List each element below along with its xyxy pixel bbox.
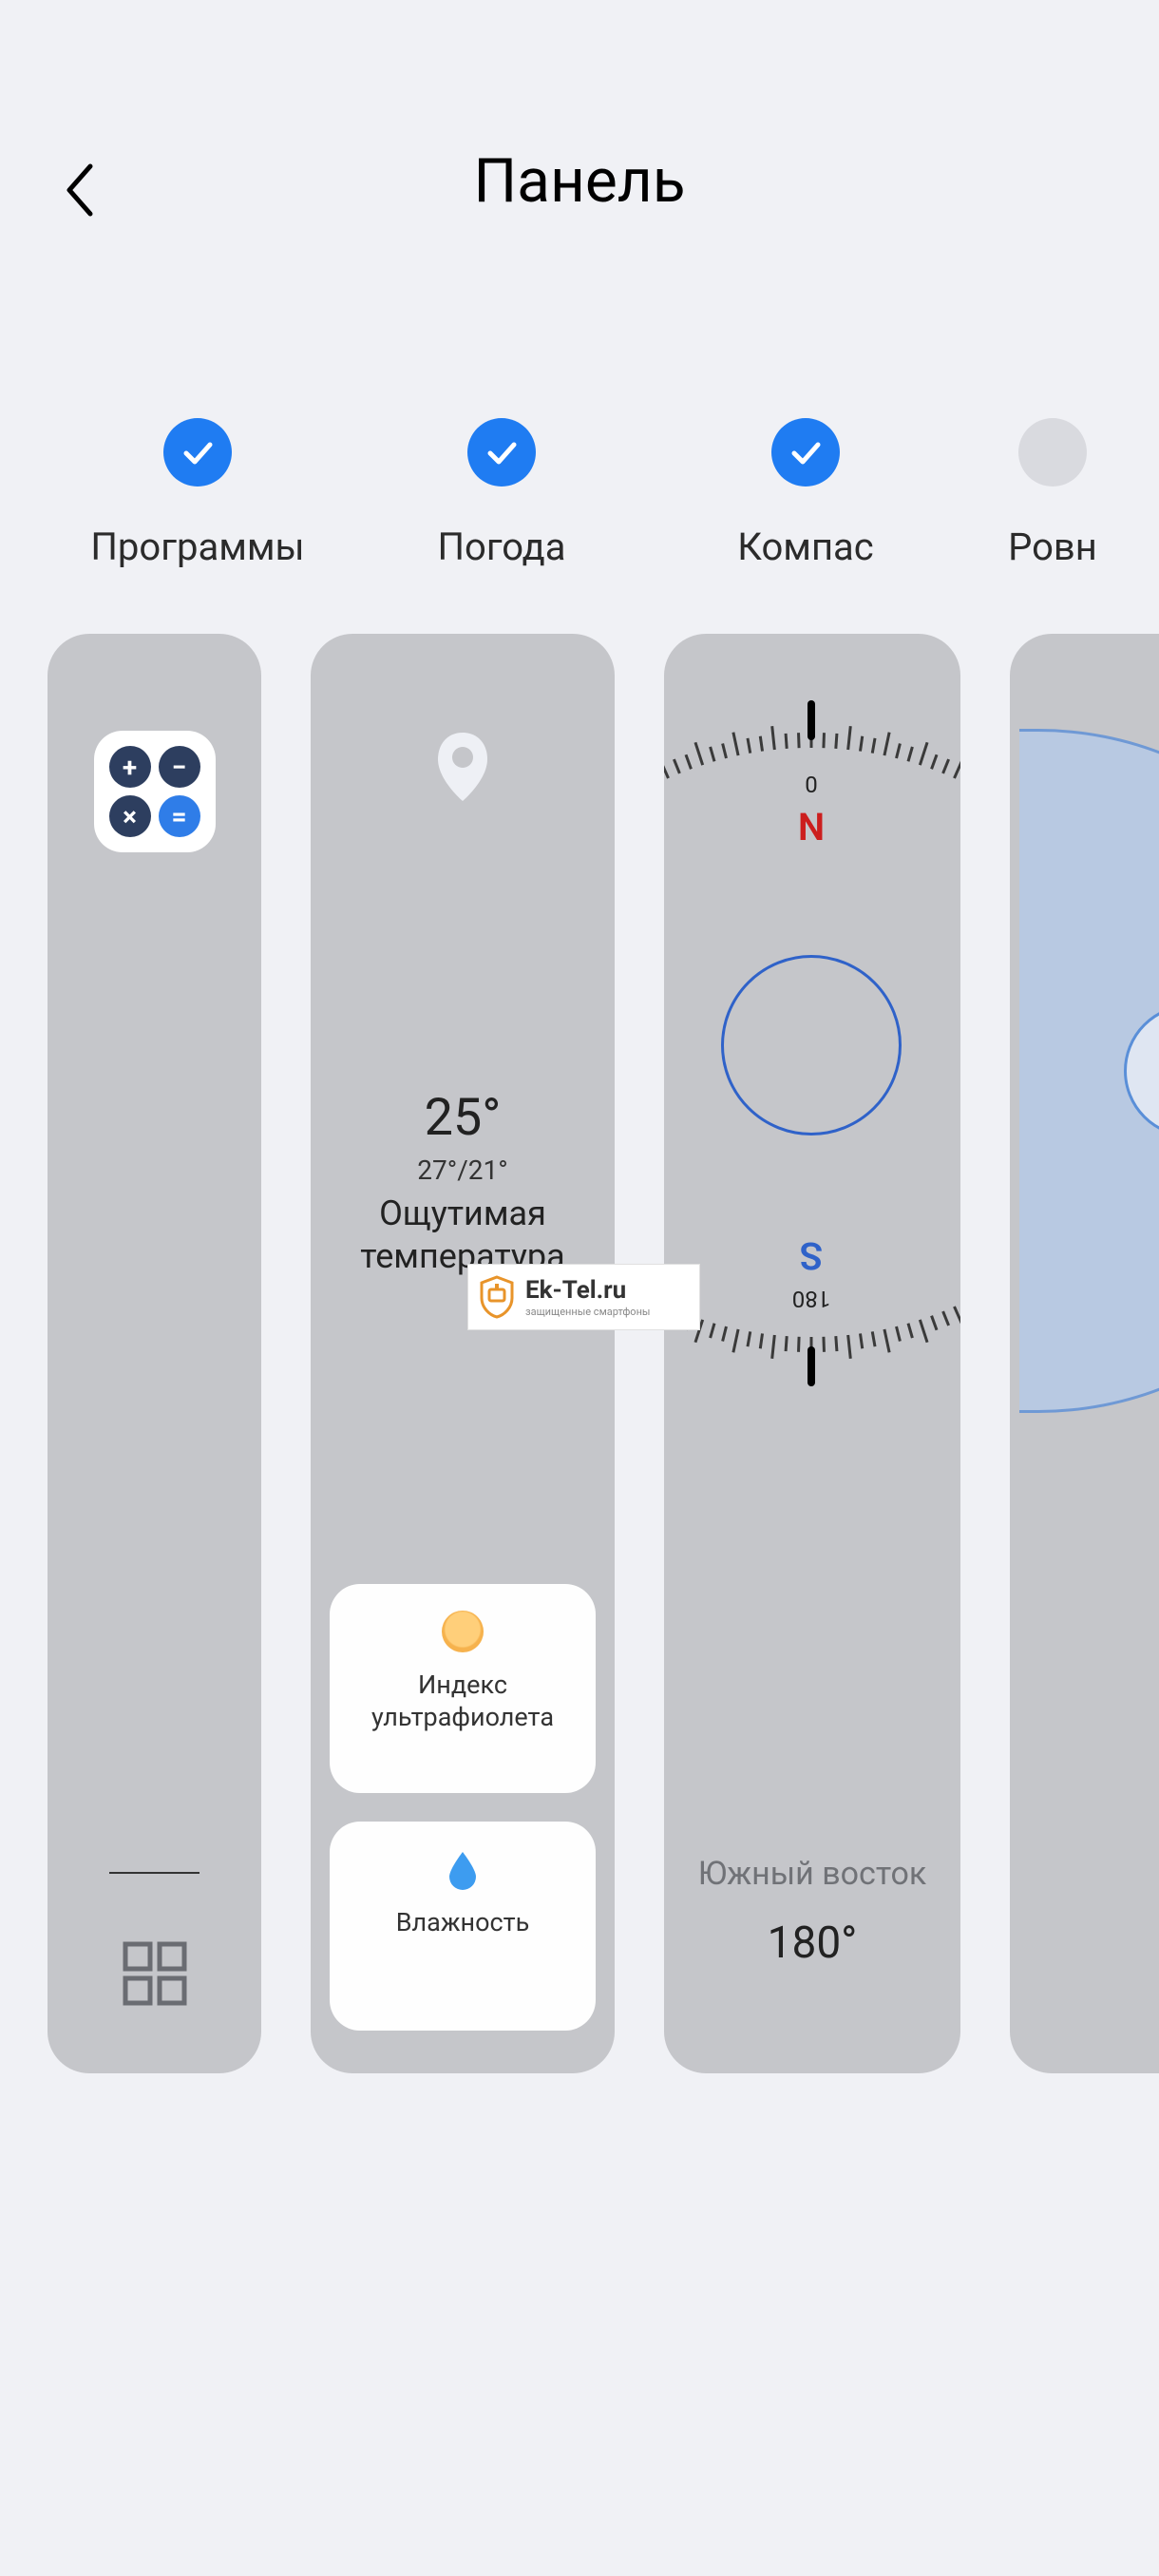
equals-icon: = <box>159 795 200 837</box>
panel-cards-row[interactable]: + − × = 25° 27°/21° Ощутимая темпе <box>0 634 1159 2073</box>
compass-direction-text: Южный восток <box>664 1855 960 1893</box>
calculator-app-icon[interactable]: + − × = <box>94 731 216 852</box>
compass-dial: 0 30 3 N S 180 150 09 <box>664 700 960 1384</box>
back-button[interactable] <box>52 162 109 219</box>
watermark-sub: защищенные смартфоны <box>525 1307 650 1317</box>
card-level[interactable]: 3 5 <box>1010 634 1159 2073</box>
header: Панель <box>0 0 1159 228</box>
check-icon <box>163 418 232 487</box>
compass-center-ring <box>721 955 902 1135</box>
check-icon <box>771 418 840 487</box>
compass-degree-text: 180° <box>664 1918 960 1969</box>
watermark-title: Ek-Tel.ru <box>525 1278 650 1303</box>
times-icon: × <box>109 795 151 837</box>
location-pin-icon <box>434 729 491 809</box>
panel-label: Погода <box>350 525 654 569</box>
compass-north-label: N <box>798 805 825 849</box>
uv-title: Индекс ультрафиолета <box>339 1670 586 1734</box>
weather-temperature: 25° <box>311 1088 615 1148</box>
compass-tick-180: 180 <box>792 1286 830 1312</box>
card-weather[interactable]: 25° 27°/21° Ощутимая температура Индекс … <box>311 634 615 2073</box>
shield-icon <box>478 1275 516 1319</box>
compass-tick-0: 0 <box>805 772 818 798</box>
check-icon <box>467 418 536 487</box>
uv-index-card[interactable]: Индекс ультрафиолета <box>330 1584 596 1793</box>
humidity-title: Влажность <box>339 1907 586 1939</box>
humidity-card[interactable]: Влажность <box>330 1822 596 2031</box>
divider <box>109 1872 200 1874</box>
panel-label: Компас <box>654 525 958 569</box>
watermark-badge: Ek-Tel.ru защищенные смартфоны <box>467 1264 700 1330</box>
panel-item-level[interactable]: Ровн <box>958 418 1148 569</box>
chevron-left-icon <box>62 162 100 219</box>
level-visual <box>1019 729 1159 1413</box>
compass-needle-top <box>808 700 815 740</box>
feels-line1: Ощутимая <box>379 1193 546 1233</box>
check-icon-off <box>1018 418 1087 487</box>
minus-icon: − <box>159 746 200 788</box>
panel-selector-row[interactable]: Программы Погода Компас Ровн <box>0 418 1159 569</box>
plus-icon: + <box>109 746 151 788</box>
weather-high-low: 27°/21° <box>311 1154 615 1186</box>
panel-label: Программы <box>46 525 350 569</box>
apps-grid-icon[interactable] <box>122 1940 188 2007</box>
droplet-icon <box>442 1848 484 1890</box>
compass-south-label: S <box>800 1233 823 1278</box>
card-compass[interactable]: 0 30 3 N S 180 150 09 Южный восток 180° <box>664 634 960 2073</box>
sun-icon <box>442 1611 484 1652</box>
page-title: Панель <box>0 145 1159 217</box>
panel-item-programs[interactable]: Программы <box>46 418 350 569</box>
panel-item-weather[interactable]: Погода <box>350 418 654 569</box>
compass-needle-bottom <box>808 1346 815 1386</box>
panel-item-compass[interactable]: Компас <box>654 418 958 569</box>
card-programs[interactable]: + − × = <box>48 634 261 2073</box>
panel-label: Ровн <box>958 525 1148 569</box>
